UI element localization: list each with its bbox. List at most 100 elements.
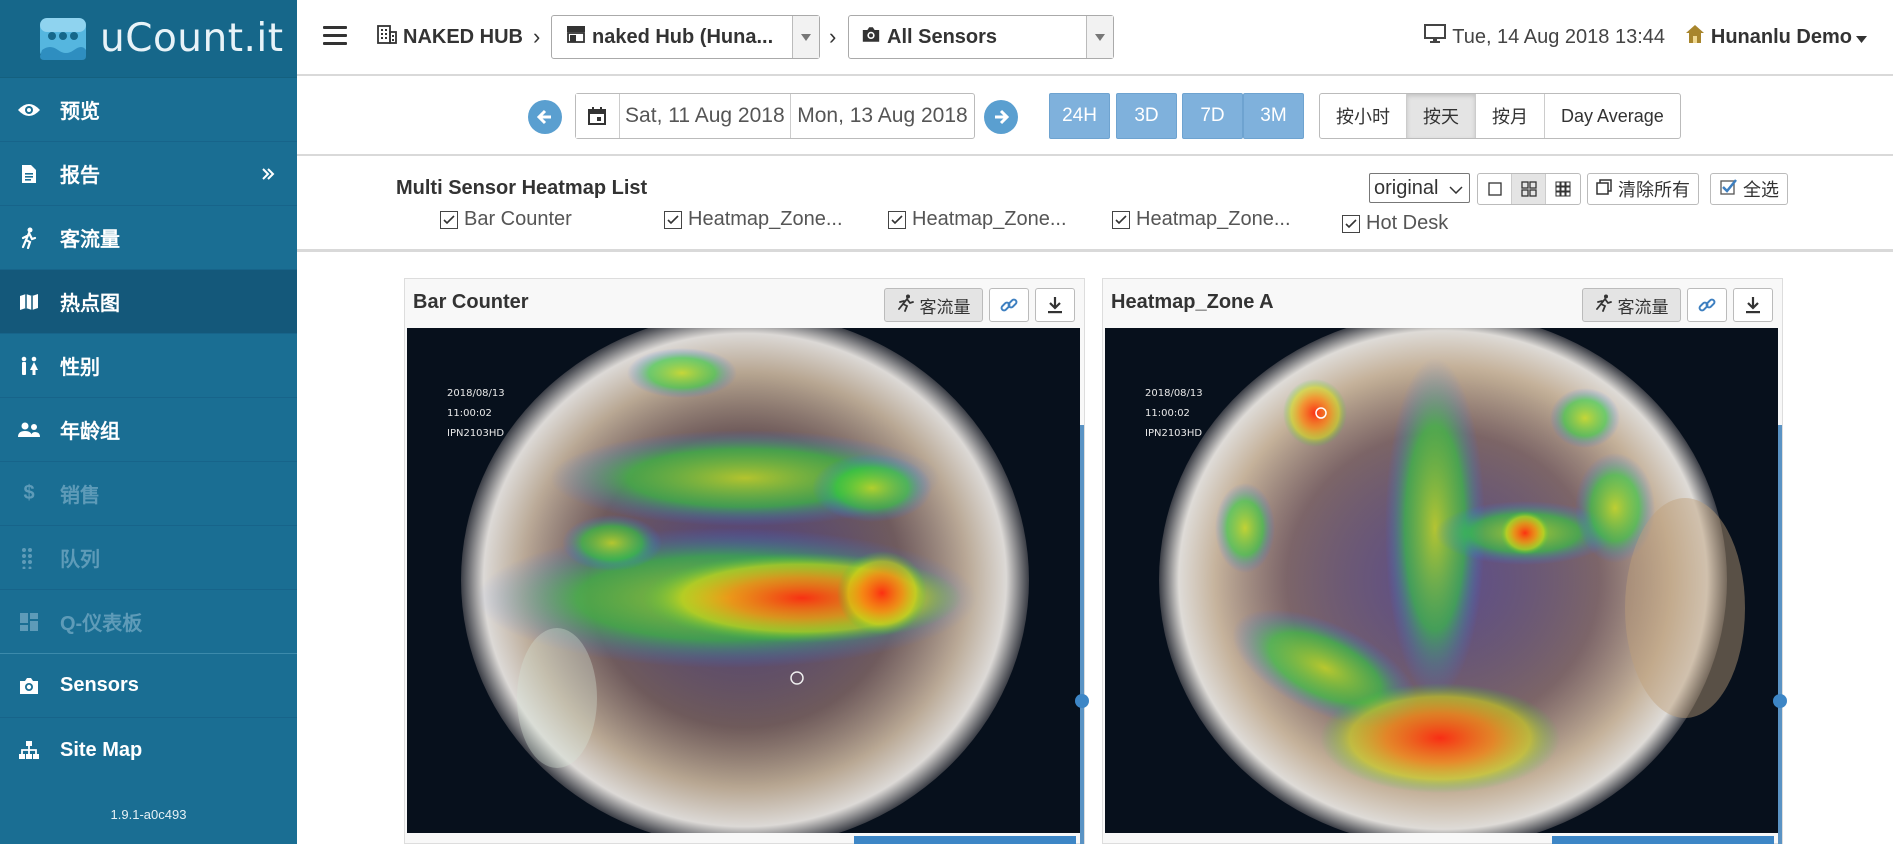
range-3m-button[interactable]: 3M [1243,93,1304,139]
sidebar-item-reports[interactable]: 报告 [0,142,297,206]
double-chevron-right-icon[interactable] [261,164,275,187]
range-24h-button[interactable]: 24H [1049,93,1110,139]
layout-grid-2-button[interactable] [1512,174,1546,204]
panel-scroll-indicator[interactable] [854,836,1076,844]
sensor-checkbox-zone-3[interactable]: Heatmap_Zone... [1112,208,1291,231]
menu-icon[interactable] [323,26,347,46]
checkbox-checked-icon [1342,214,1360,233]
traffic-toggle-button[interactable]: 客流量 [884,288,983,322]
sidebar-item-sensors[interactable]: Sensors [0,654,297,718]
overlay-date: 2018/08/13 [447,388,505,399]
running-person-icon [897,294,915,317]
granularity-month-button[interactable]: 按月 [1476,94,1545,138]
eye-icon [16,97,42,123]
sidebar-item-gender[interactable]: 性别 [0,334,297,398]
sidebar-item-queue: 队列 [0,526,297,590]
layout-single-button[interactable] [1478,174,1512,204]
granularity-day-average-button[interactable]: Day Average [1545,94,1680,138]
link-icon [1000,298,1018,312]
user-name: Hunanlu Demo [1710,25,1852,48]
download-button[interactable] [1035,288,1075,322]
calendar-icon[interactable] [576,94,620,138]
end-date-input[interactable]: Mon, 13 Aug 2018 [791,94,974,138]
site-select[interactable]: naked Hub (Huna... [551,15,820,59]
sidebar-item-label: Q-仪表板 [60,613,143,635]
camera-icon [861,26,881,49]
download-icon [1746,297,1760,314]
running-person-icon [1595,294,1613,317]
grid-2-icon [1520,181,1537,197]
sensor-label: Heatmap_Zone... [1136,208,1291,230]
view-mode-select[interactable]: original [1369,173,1470,203]
caret-down-icon [1856,26,1867,49]
logo[interactable]: uCount.it [0,0,297,78]
select-all-button[interactable]: 全选 [1710,173,1788,205]
panel-resize-knob[interactable] [1075,694,1089,708]
arrow-right-icon [995,109,1009,125]
sidebar-item-age-groups[interactable]: 年龄组 [0,398,297,462]
link-button[interactable] [1687,288,1727,322]
traffic-label: 客流量 [919,297,971,317]
sensor-list: Multi Sensor Heatmap List Bar Counter He… [297,157,1893,252]
sensor-select[interactable]: All Sensors [848,15,1114,59]
sidebar-item-site-map[interactable]: Site Map [0,718,297,782]
panel-scroll-indicator[interactable] [1552,836,1774,844]
clear-all-button[interactable]: 清除所有 [1587,173,1699,205]
camera-overlay-text: 2018/08/13 11:00:02 IPN2103HD [447,384,505,444]
prev-period-button[interactable] [528,100,562,134]
sensor-checkbox-zone-1[interactable]: Heatmap_Zone... [664,208,843,231]
copy-icon [1596,178,1612,200]
checkbox-checked-icon [664,210,682,229]
panel-resize-knob[interactable] [1773,694,1787,708]
sidebar-item-traffic[interactable]: 客流量 [0,206,297,270]
checkbox-checked-icon [1112,210,1130,229]
monitor-icon [1424,24,1447,50]
dropdown-caret-icon [792,16,819,58]
granularity-day-button[interactable]: 按天 [1407,94,1476,138]
traffic-label: 客流量 [1617,297,1669,317]
sensor-label: Bar Counter [464,208,572,230]
sidebar-item-q-dashboard: Q-仪表板 [0,590,297,654]
dots-grid-icon [16,545,42,571]
sensor-checkbox-zone-2[interactable]: Heatmap_Zone... [888,208,1067,231]
chevron-right-icon: › [829,24,837,49]
range-7d-button[interactable]: 7D [1182,93,1243,139]
next-period-button[interactable] [984,100,1018,134]
logo-icon [38,16,88,62]
breadcrumb-org[interactable]: NAKED HUB [377,24,523,50]
link-button[interactable] [989,288,1029,322]
range-3d-button[interactable]: 3D [1116,93,1177,139]
overlay-date: 2018/08/13 [1145,388,1203,399]
layout-grid-3-button[interactable] [1546,174,1580,204]
sidebar-item-overview[interactable]: 预览 [0,78,297,142]
sidebar-item-label: Site Map [60,738,143,761]
heatmap-panel-zone-a: Heatmap_Zone A 客流量 2018/08/13 11:00:02 I… [1102,278,1783,844]
sensor-label: Hot Desk [1366,212,1449,234]
overlay-camera-model: IPN2103HD [1145,428,1203,439]
sensor-select-value: All Sensors [887,25,998,48]
panel-resize-handle[interactable] [1080,425,1084,844]
overlay-time: 11:00:02 [447,408,492,419]
sensor-checkbox-bar-counter[interactable]: Bar Counter [440,208,572,231]
select-all-label: 全选 [1743,180,1779,200]
start-date-input[interactable]: Sat, 11 Aug 2018 [620,94,791,138]
granularity-hour-button[interactable]: 按小时 [1320,94,1407,138]
sidebar-item-label: 热点图 [60,293,120,315]
user-menu[interactable]: Hunanlu Demo [1685,24,1867,50]
date-toolbar: Sat, 11 Aug 2018 Mon, 13 Aug 2018 24H 3D… [297,78,1893,156]
sidebar-item-sales: $ 销售 [0,462,297,526]
panel-resize-handle[interactable] [1778,425,1782,844]
chevron-down-icon [1449,177,1463,200]
arrow-left-icon [537,109,551,125]
download-button[interactable] [1733,288,1773,322]
sidebar-item-label: 客流量 [60,229,120,251]
sidebar-item-label: 性别 [60,357,100,379]
traffic-toggle-button[interactable]: 客流量 [1582,288,1681,322]
dashboard-icon [16,609,42,635]
date-range-picker[interactable]: Sat, 11 Aug 2018 Mon, 13 Aug 2018 [575,93,975,139]
sensor-label: Heatmap_Zone... [912,208,1067,230]
sensor-checkbox-hot-desk[interactable]: Hot Desk [1342,212,1448,235]
overlay-camera-model: IPN2103HD [447,428,505,439]
sidebar-item-heatmap[interactable]: 热点图 [0,270,297,334]
sidebar-item-label: 预览 [60,101,100,123]
